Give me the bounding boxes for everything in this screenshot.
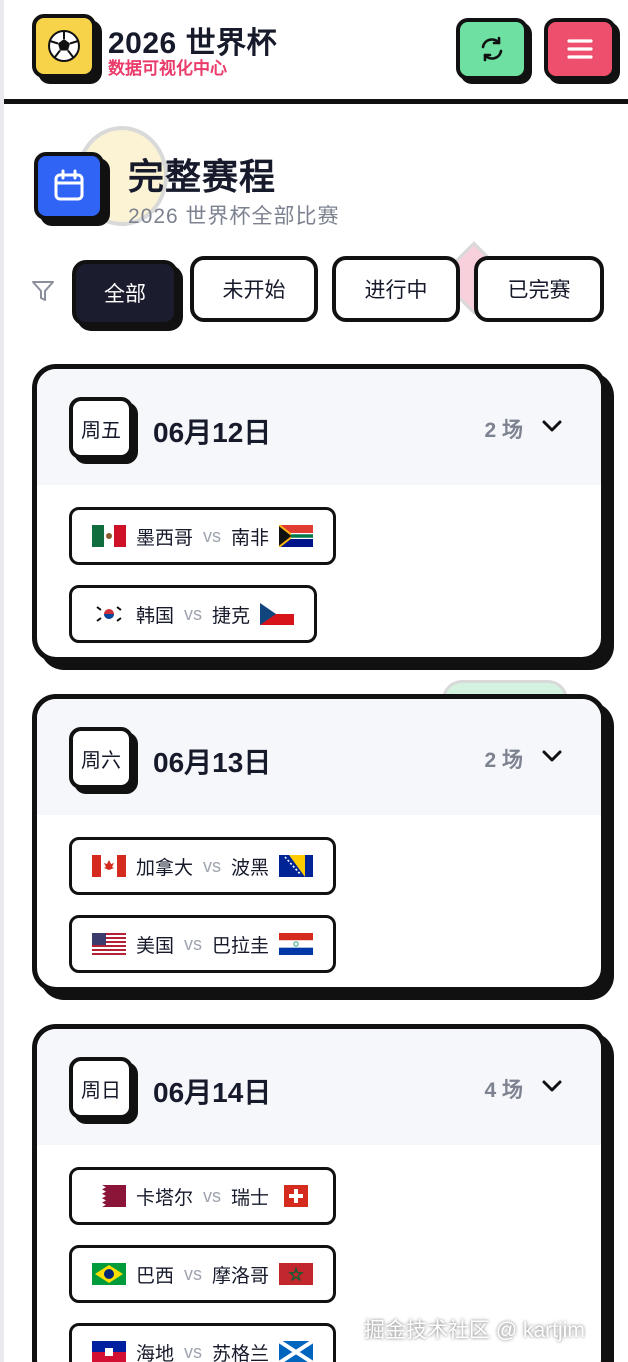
calendar-badge [34, 152, 104, 220]
haiti-flag-icon [92, 1341, 126, 1362]
match-row[interactable]: 海地 vs 苏格兰 [69, 1323, 337, 1362]
page-subtitle: 2026 世界杯全部比赛 [128, 205, 340, 228]
soccer-ball-icon [48, 30, 80, 62]
usa-flag-icon [92, 933, 126, 955]
day-card: 周六 06月13日 2 场 加拿大 vs 波黑 美国 vs 巴拉圭 [32, 694, 606, 992]
south-korea-flag-icon [92, 603, 126, 625]
home-team: 巴西 [136, 1265, 175, 1287]
page-title: 完整赛程 [128, 156, 277, 197]
weekday-badge: 周五 [69, 397, 133, 459]
mexico-flag-icon [92, 525, 126, 547]
day-card-header[interactable]: 周六 06月13日 2 场 [37, 699, 601, 815]
refresh-icon [481, 36, 503, 62]
tab-live[interactable]: 进行中 [332, 256, 460, 322]
bosnia-flag-icon [279, 855, 314, 877]
match-row[interactable]: 卡塔尔 vs 瑞士 [69, 1167, 337, 1225]
home-team: 墨西哥 [136, 527, 194, 549]
app-subtitle: 数据可视化中心 [108, 59, 227, 78]
menu-button[interactable] [544, 18, 616, 80]
away-team: 摩洛哥 [212, 1265, 270, 1287]
away-team: 苏格兰 [212, 1343, 270, 1362]
home-team: 海地 [136, 1343, 175, 1362]
match-count: 2 场 [484, 419, 523, 442]
home-team: 加拿大 [136, 857, 194, 879]
logo [32, 14, 96, 78]
brazil-flag-icon [92, 1263, 126, 1285]
tab-all[interactable]: 全部 [72, 260, 178, 326]
vs-label: vs [184, 1263, 203, 1284]
match-count: 4 场 [484, 1079, 523, 1102]
vs-label: vs [203, 525, 222, 546]
canada-flag-icon [92, 855, 126, 877]
away-team: 波黑 [231, 857, 270, 879]
match-date: 06月12日 [153, 417, 272, 448]
home-team: 美国 [136, 935, 175, 957]
tab-finished[interactable]: 已完赛 [474, 256, 604, 322]
match-date: 06月13日 [153, 747, 272, 778]
vs-label: vs [203, 855, 222, 876]
away-team: 巴拉圭 [212, 935, 270, 957]
switzerland-flag-icon [279, 1185, 313, 1207]
czech-flag-icon [260, 603, 295, 625]
match-row[interactable]: 巴西 vs 摩洛哥 [69, 1245, 337, 1303]
vs-label: vs [184, 1341, 203, 1362]
calendar-icon [54, 169, 84, 201]
weekday-badge: 周日 [69, 1057, 133, 1119]
away-team: 捷克 [212, 605, 251, 627]
vs-label: vs [203, 1185, 222, 1206]
scotland-flag-icon [279, 1341, 314, 1362]
match-row[interactable]: 美国 vs 巴拉圭 [69, 915, 337, 973]
chevron-down-icon[interactable] [539, 1073, 565, 1099]
day-card-header[interactable]: 周日 06月14日 4 场 [37, 1029, 601, 1145]
hamburger-menu-icon [567, 39, 593, 59]
filter-icon [32, 281, 54, 301]
day-card: 周五 06月12日 2 场 墨西哥 vs 南非 韩国 vs 捷克 [32, 364, 606, 662]
vs-label: vs [184, 603, 203, 624]
day-card-header[interactable]: 周五 06月12日 2 场 [37, 369, 601, 485]
app-header: 2026 世界杯 数据可视化中心 [4, 0, 628, 104]
watermark: 掘金技术社区 @ kartjim [364, 1319, 585, 1342]
away-team: 瑞士 [231, 1187, 270, 1209]
tab-upcoming[interactable]: 未开始 [190, 256, 318, 322]
match-date: 06月14日 [153, 1077, 272, 1108]
home-team: 韩国 [136, 605, 175, 627]
left-edge [0, 0, 4, 1362]
weekday-badge: 周六 [69, 727, 133, 789]
match-row[interactable]: 墨西哥 vs 南非 [69, 507, 337, 565]
paraguay-flag-icon [279, 933, 314, 955]
match-row[interactable]: 韩国 vs 捷克 [69, 585, 318, 643]
match-count: 2 场 [484, 749, 523, 772]
morocco-flag-icon [279, 1263, 314, 1285]
home-team: 卡塔尔 [136, 1187, 194, 1209]
qatar-flag-icon [92, 1185, 126, 1207]
refresh-button[interactable] [456, 18, 528, 80]
day-card: 周日 06月14日 4 场 卡塔尔 vs 瑞士 巴西 vs 摩洛哥 海地 vs … [32, 1024, 606, 1362]
south-africa-flag-icon [279, 525, 314, 547]
chevron-down-icon[interactable] [539, 413, 565, 439]
vs-label: vs [184, 933, 203, 954]
away-team: 南非 [231, 527, 270, 549]
chevron-down-icon[interactable] [539, 743, 565, 769]
match-row[interactable]: 加拿大 vs 波黑 [69, 837, 337, 895]
